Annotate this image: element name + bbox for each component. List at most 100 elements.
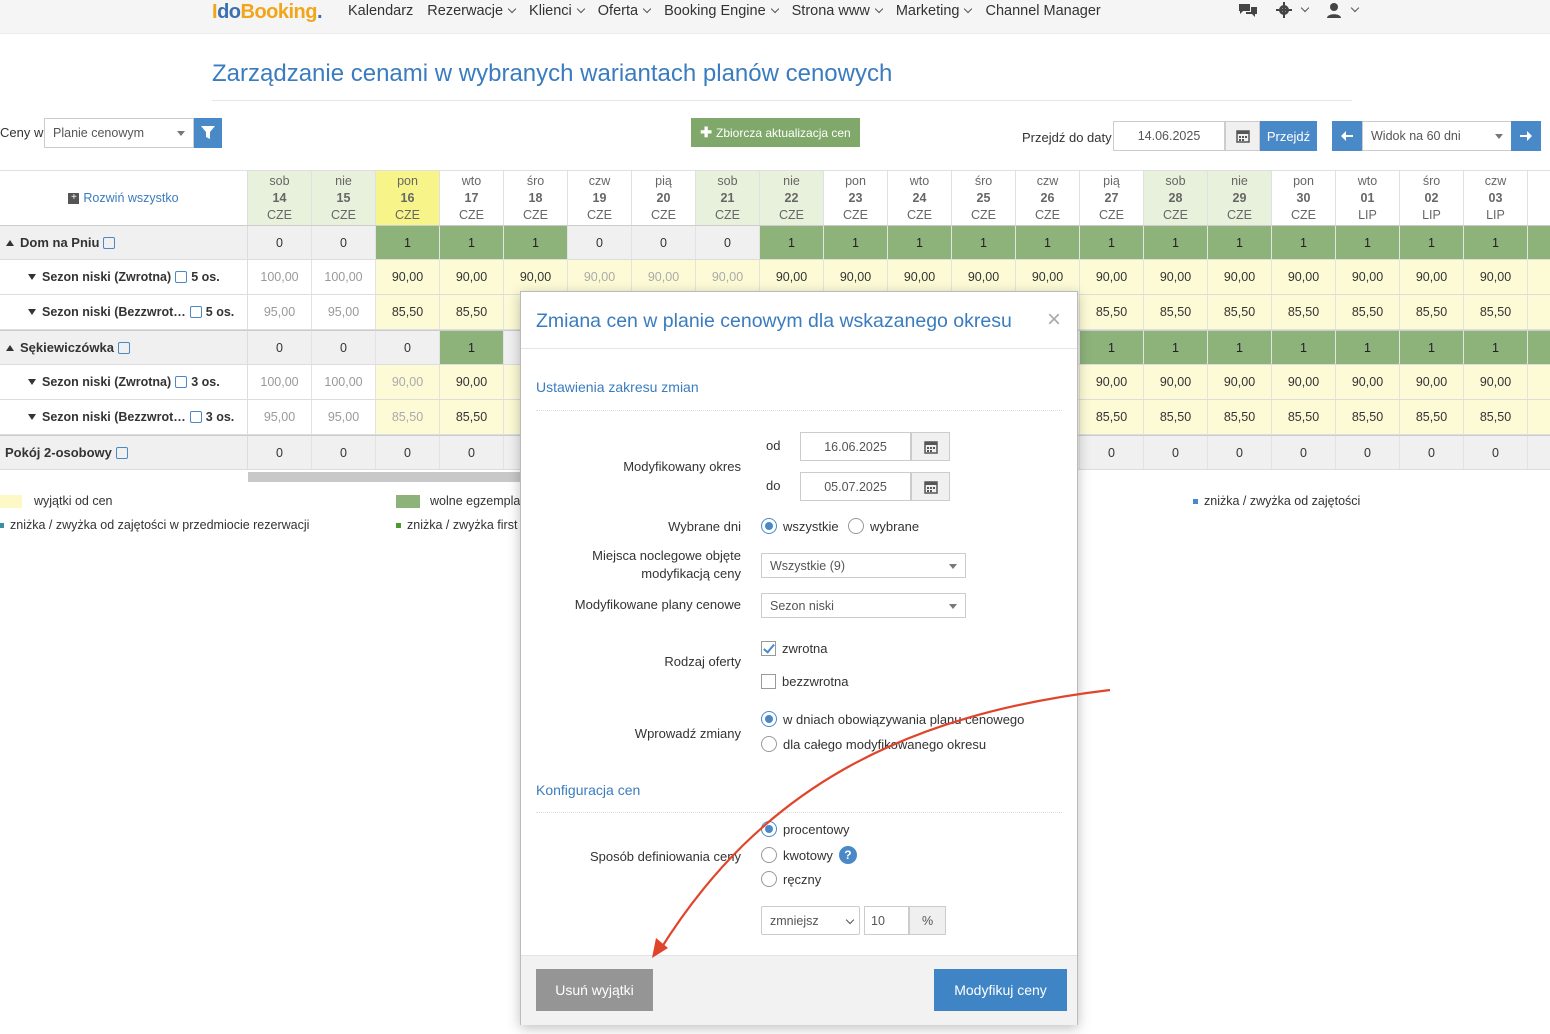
grid-cell[interactable]: 1 (1272, 226, 1336, 259)
grid-cell[interactable]: 1 (376, 226, 440, 259)
chat-icon[interactable] (1238, 2, 1258, 18)
menu-item-4[interactable]: Oferta (598, 3, 652, 19)
grid-cell[interactable]: 0 (312, 226, 376, 259)
grid-cell[interactable]: 90,00 (1144, 260, 1208, 294)
grid-cell[interactable]: 85,50 (1208, 295, 1272, 329)
grid-cell[interactable]: 0 (376, 436, 440, 469)
grid-cell[interactable]: 90,00 (824, 260, 888, 294)
menu-item-5[interactable]: Booking Engine (664, 3, 779, 19)
grid-cell[interactable]: 90,00 (1144, 365, 1208, 399)
grid-cell[interactable]: 0 (568, 226, 632, 259)
grid-cell[interactable]: 90,00 (1208, 260, 1272, 294)
grid-cell[interactable]: 90,00 (1464, 365, 1528, 399)
grid-cell[interactable]: 100,00 (248, 260, 312, 294)
menu-item-6[interactable]: Strona www (792, 3, 884, 19)
menu-item-7[interactable]: Marketing (896, 3, 973, 19)
amount-input[interactable]: 10 (864, 906, 909, 935)
grid-cell[interactable]: 90,00 (568, 260, 632, 294)
method-percent-radio[interactable]: procentowy (761, 821, 849, 837)
grid-cell[interactable]: 90,00 (760, 260, 824, 294)
grid-cell[interactable]: 85,50 (1400, 295, 1464, 329)
help-icon[interactable]: ? (838, 846, 857, 864)
grid-cell[interactable]: 90,00 (1080, 260, 1144, 294)
expand-all-button[interactable]: + Rozwiń wszystko (0, 170, 248, 225)
grid-cell[interactable]: 90,00 (632, 260, 696, 294)
grid-cell[interactable]: 100,00 (312, 365, 376, 399)
logo[interactable]: IdoBooking. (212, 1, 323, 24)
grid-cell[interactable]: 90,00 (440, 260, 504, 294)
grid-cell[interactable]: 85,50 (1464, 295, 1528, 329)
price-source-select[interactable]: Planie cenowym (44, 118, 194, 148)
grid-cell[interactable]: 95,00 (248, 295, 312, 329)
grid-cell[interactable]: 0 (312, 436, 376, 469)
grid-cell[interactable]: 85,50 (1144, 295, 1208, 329)
grid-cell[interactable]: 85,50 (376, 295, 440, 329)
grid-cell[interactable]: 1 (1080, 331, 1144, 364)
method-amount-radio[interactable]: kwotowy? (761, 846, 857, 864)
grid-cell[interactable]: 1 (1208, 226, 1272, 259)
grid-cell[interactable]: 1 (952, 226, 1016, 259)
grid-cell[interactable]: 90,00 (376, 365, 440, 399)
date-from-input[interactable]: 16.06.2025 (800, 432, 911, 461)
grid-cell[interactable]: 1 (1400, 226, 1464, 259)
edit-icon[interactable] (103, 236, 116, 249)
grid-cell[interactable]: 85,50 (1080, 400, 1144, 434)
edit-icon[interactable] (175, 271, 188, 283)
grid-cell[interactable]: 90,00 (1272, 365, 1336, 399)
row-label[interactable]: Sezon niski (Bezzwrot… 3 os. (0, 400, 248, 434)
grid-cell[interactable]: 90,00 (1080, 365, 1144, 399)
grid-cell[interactable]: 0 (1208, 436, 1272, 469)
menu-item-2[interactable]: Rezerwacje (427, 3, 517, 19)
row-label[interactable]: Sezon niski (Zwrotna) 3 os. (0, 365, 248, 399)
grid-cell[interactable]: 1 (1016, 226, 1080, 259)
menu-item-3[interactable]: Klienci (529, 3, 586, 19)
places-select[interactable]: Wszystkie (9) (761, 553, 966, 578)
goto-date-input[interactable]: 14.06.2025 (1113, 121, 1225, 151)
grid-cell[interactable]: 1 (824, 226, 888, 259)
grid-cell[interactable]: 85,50 (1080, 295, 1144, 329)
bulk-update-button[interactable]: ✚ Zbiorcza aktualizacja cen (691, 118, 860, 147)
edit-icon[interactable] (189, 306, 202, 318)
grid-cell[interactable]: 90,00 (1336, 260, 1400, 294)
grid-cell[interactable]: 1 (1272, 331, 1336, 364)
grid-cell[interactable]: 1 (440, 331, 504, 364)
grid-cell[interactable]: 1 (1464, 331, 1528, 364)
apply-in-days-radio[interactable]: w dniach obowiązywania planu cenowego (761, 711, 1024, 727)
arrow-right-icon[interactable] (1511, 121, 1541, 151)
grid-cell[interactable]: 90,00 (1400, 365, 1464, 399)
grid-cell[interactable]: 1 (1144, 226, 1208, 259)
close-icon[interactable]: × (1047, 306, 1061, 334)
edit-icon[interactable] (189, 411, 202, 423)
grid-cell[interactable]: 0 (1272, 436, 1336, 469)
grid-cell[interactable]: 90,00 (376, 260, 440, 294)
grid-cell[interactable]: 0 (248, 331, 312, 364)
method-manual-radio[interactable]: ręczny (761, 871, 821, 887)
settings-icon[interactable] (1276, 2, 1310, 18)
grid-cell[interactable]: 85,50 (1272, 400, 1336, 434)
grid-cell[interactable]: 1 (760, 226, 824, 259)
edit-icon[interactable] (115, 446, 128, 459)
grid-cell[interactable]: 90,00 (888, 260, 952, 294)
grid-cell[interactable]: 0 (1400, 436, 1464, 469)
horizontal-scrollbar[interactable] (248, 472, 520, 482)
grid-cell[interactable]: 1 (1336, 226, 1400, 259)
days-selected-radio[interactable]: wybrane (848, 518, 919, 534)
calendar-icon[interactable] (911, 432, 950, 461)
grid-cell[interactable]: 0 (1144, 436, 1208, 469)
edit-icon[interactable] (175, 376, 188, 388)
direction-select[interactable]: zmniejsz (761, 906, 860, 935)
grid-cell[interactable]: 0 (248, 436, 312, 469)
grid-cell[interactable]: 0 (248, 226, 312, 259)
row-label[interactable]: Sezon niski (Zwrotna) 5 os. (0, 260, 248, 294)
grid-cell[interactable]: 85,50 (1336, 295, 1400, 329)
grid-cell[interactable]: 1 (888, 226, 952, 259)
arrow-left-icon[interactable] (1332, 121, 1362, 151)
menu-item-1[interactable]: Kalendarz (348, 3, 413, 19)
grid-cell[interactable]: 85,50 (1464, 400, 1528, 434)
menu-item-8[interactable]: Channel Manager (985, 3, 1100, 19)
grid-cell[interactable]: 1 (1400, 331, 1464, 364)
grid-cell[interactable]: 85,50 (1336, 400, 1400, 434)
grid-cell[interactable]: 90,00 (440, 365, 504, 399)
grid-cell[interactable]: 0 (440, 436, 504, 469)
grid-cell[interactable]: 100,00 (312, 260, 376, 294)
